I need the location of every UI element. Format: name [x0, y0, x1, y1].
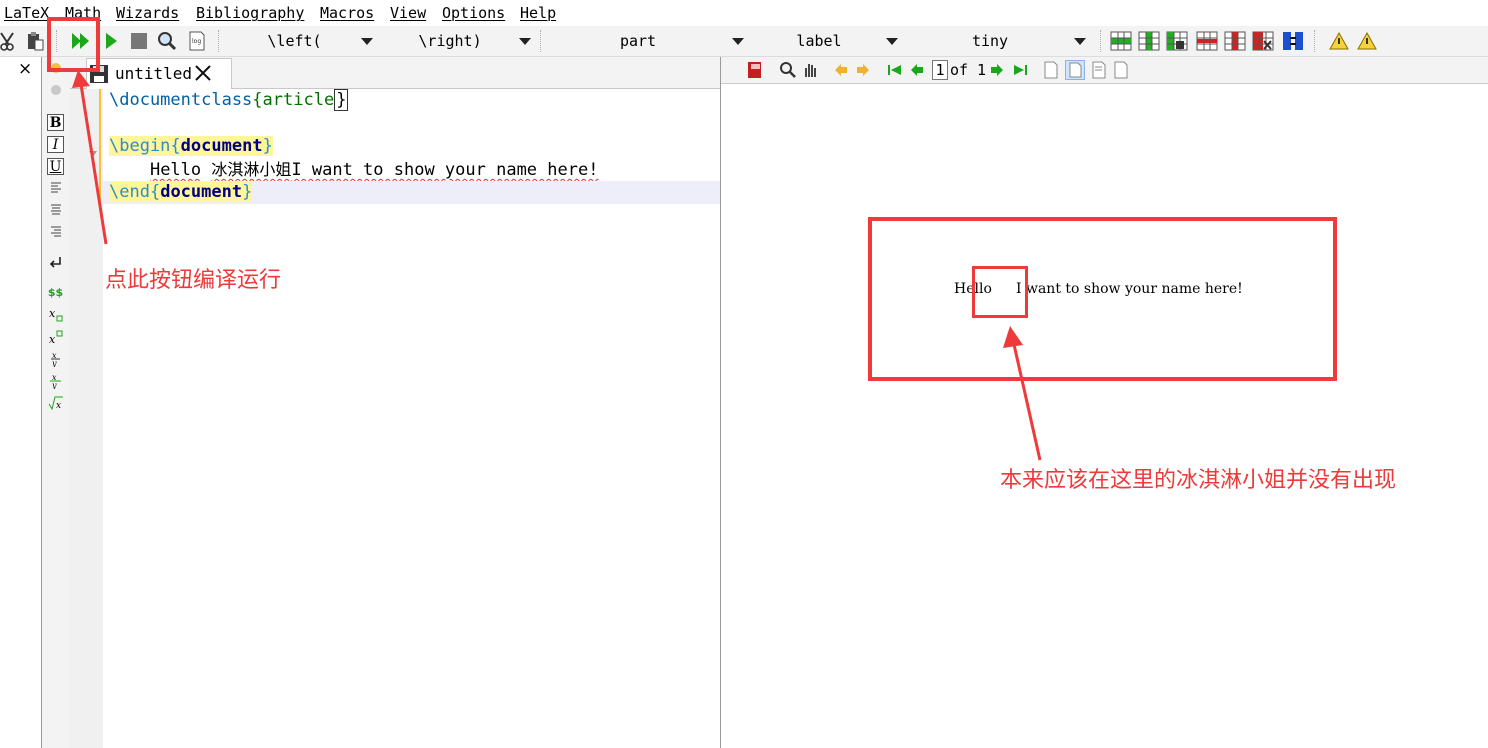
annotation-arrows — [72, 70, 1042, 461]
arrowhead-icon — [1003, 326, 1023, 348]
annotation-compile-note: 点此按钮编译运行 — [105, 268, 282, 293]
annotation-missing-note: 本来应该在这里的冰淇淋小姐并没有出现 — [1000, 468, 1397, 493]
arrow-to-compile-button — [78, 77, 108, 245]
arrowhead-icon — [72, 70, 90, 88]
arrow-to-missing-text — [1011, 339, 1042, 461]
